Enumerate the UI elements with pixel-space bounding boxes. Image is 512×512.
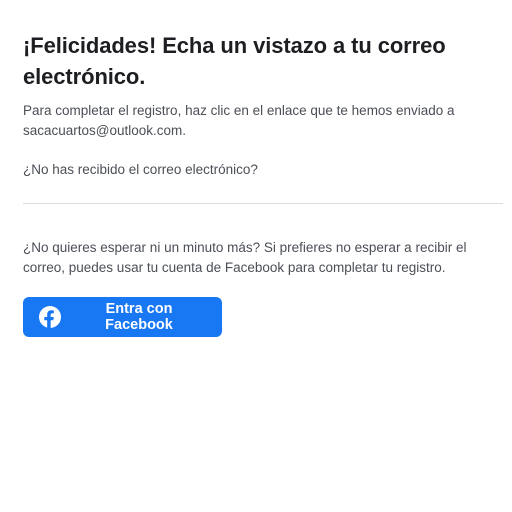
- page-title: ¡Felicidades! Echa un vistazo a tu corre…: [23, 33, 446, 89]
- divider: [23, 203, 503, 204]
- confirmation-panel: ¡Felicidades! Echa un vistazo a tu corre…: [23, 30, 503, 337]
- facebook-alternative-text: ¿No quieres esperar ni un minuto más? Si…: [23, 240, 467, 275]
- facebook-button-label: Entra con Facebook: [105, 301, 173, 333]
- facebook-login-button[interactable]: Entra con Facebook: [23, 297, 222, 337]
- facebook-icon: [39, 306, 61, 328]
- email-not-received-link[interactable]: ¿No has recibido el correo electrónico?: [23, 160, 258, 180]
- registration-description: Para completar el registro, haz clic en …: [23, 103, 455, 138]
